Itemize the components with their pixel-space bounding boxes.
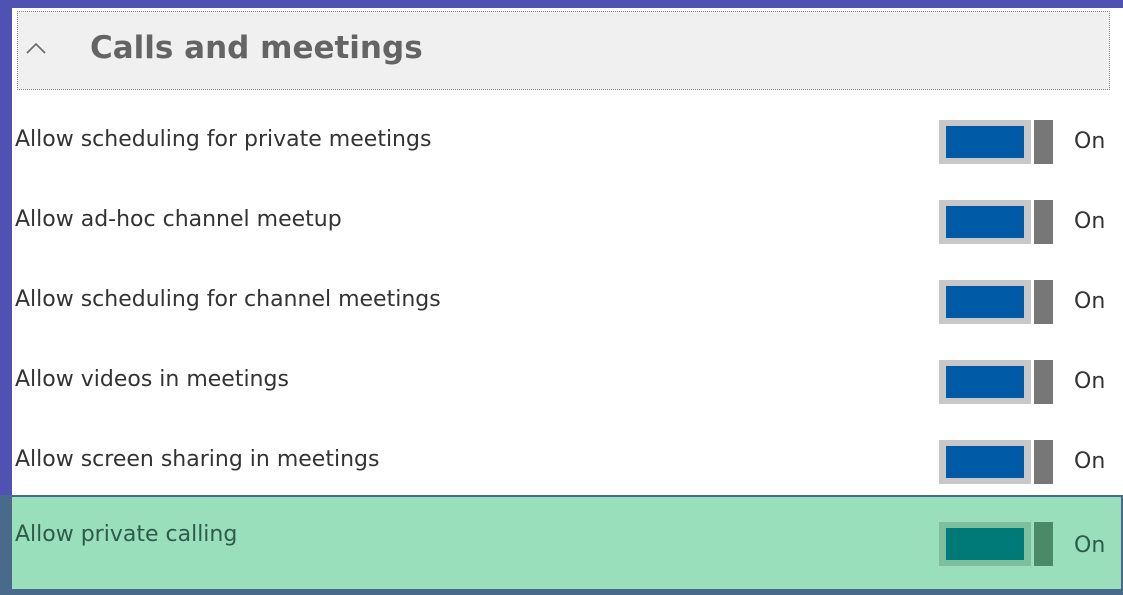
toggle-switch[interactable] [939,440,1055,484]
top-frame-bar [0,0,1123,8]
toggle-state-label: On [1074,289,1106,314]
setting-label: Allow screen sharing in meetings [15,447,380,472]
toggle-state-label: On [1074,449,1106,474]
setting-row-scheduling-private-meetings: Allow scheduling for private meetings On [12,102,1123,182]
toggle-switch[interactable] [939,200,1055,244]
setting-row-adhoc-channel-meetup: Allow ad-hoc channel meetup On [12,182,1123,262]
toggle-thumb[interactable] [1034,280,1053,324]
toggle-thumb[interactable] [1034,360,1053,404]
highlighted-row-frame: Allow private calling On [0,495,1123,595]
setting-label: Allow scheduling for private meetings [15,127,432,152]
toggle-fill [946,286,1024,318]
section-title: Calls and meetings [90,30,423,66]
toggle-thumb[interactable] [1034,522,1053,566]
toggle-state-label: On [1074,533,1106,558]
toggle-switch[interactable] [939,120,1055,164]
setting-label: Allow ad-hoc channel meetup [15,207,342,232]
toggle-state-label: On [1074,209,1106,234]
toggle-thumb[interactable] [1034,440,1053,484]
toggle-switch[interactable] [939,360,1055,404]
setting-row-screen-sharing: Allow screen sharing in meetings On [12,422,1123,502]
setting-label: Allow private calling [15,522,238,547]
toggle-fill [946,366,1024,398]
toggle-state-label: On [1074,129,1106,154]
setting-row-scheduling-channel-meetings: Allow scheduling for channel meetings On [12,262,1123,342]
setting-row-private-calling[interactable]: Allow private calling On [12,497,1121,589]
toggle-fill [946,206,1024,238]
toggle-switch[interactable] [939,280,1055,324]
toggle-fill [946,528,1024,560]
toggle-switch[interactable] [939,522,1055,566]
settings-panel: Calls and meetings Allow scheduling for … [12,8,1123,495]
chevron-up-icon [26,42,46,54]
setting-label: Allow videos in meetings [15,367,289,392]
toggle-fill [946,446,1024,478]
section-header-calls-and-meetings[interactable]: Calls and meetings [17,11,1110,90]
setting-row-videos-in-meetings: Allow videos in meetings On [12,342,1123,422]
toggle-thumb[interactable] [1034,120,1053,164]
toggle-thumb[interactable] [1034,200,1053,244]
setting-label: Allow scheduling for channel meetings [15,287,441,312]
toggle-fill [946,126,1024,158]
toggle-state-label: On [1074,369,1106,394]
